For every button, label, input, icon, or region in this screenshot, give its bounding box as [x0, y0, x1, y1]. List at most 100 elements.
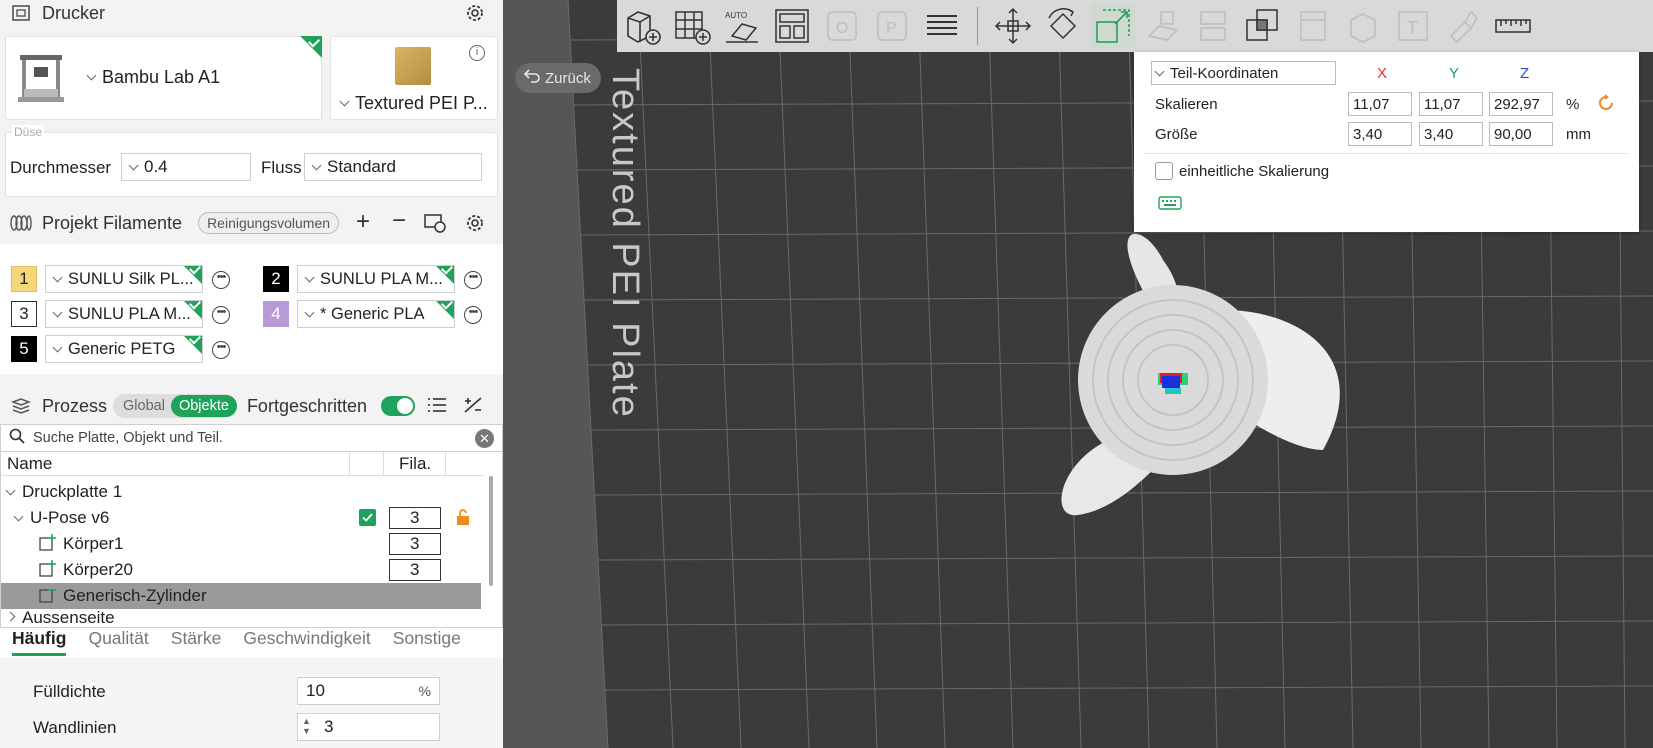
boolean-icon[interactable] — [1241, 4, 1285, 48]
printer-settings-gear-icon[interactable] — [465, 3, 485, 23]
filament-select[interactable]: Generic PETG — [45, 335, 203, 363]
chevron-down-icon — [339, 96, 350, 107]
filament-header: Projekt Filamente Reinigungsvolumen + − — [0, 209, 503, 237]
info-icon[interactable]: i — [469, 45, 485, 61]
printer-header: Drucker — [0, 0, 503, 26]
size-x-input[interactable]: 3,40 — [1348, 122, 1412, 146]
filament-index[interactable]: 3 — [389, 507, 441, 529]
sync-filament-icon[interactable] — [424, 213, 446, 238]
tree-row-plate[interactable]: Druckplatte 1 — [1, 479, 481, 505]
more-options-icon[interactable]: ••• — [212, 341, 230, 359]
filament-settings-gear-icon[interactable] — [465, 213, 485, 233]
printer-model: Bambu Lab A1 — [102, 67, 221, 87]
filament-select[interactable]: SUNLU PLA M... — [45, 300, 203, 328]
list-icon[interactable] — [426, 395, 448, 420]
unlock-icon[interactable] — [456, 509, 470, 531]
reset-scale-icon[interactable] — [1597, 94, 1615, 116]
size-y-input[interactable]: 3,40 — [1419, 122, 1483, 146]
chevron-down-icon[interactable] — [5, 485, 16, 495]
stepper-arrows-icon[interactable]: ▲ ▼ — [302, 716, 311, 736]
filament-number-badge: 1 — [11, 266, 37, 292]
undo-arrow-icon — [523, 68, 541, 88]
object-search-input[interactable]: Suche Platte, Objekt und Teil. ✕ — [0, 424, 503, 452]
scale-y-input[interactable]: 11,07 — [1419, 92, 1483, 116]
tab-speed[interactable]: Geschwindigkeit — [243, 628, 370, 658]
tree-row-object[interactable]: U-Pose v6 3 — [1, 505, 481, 531]
chevron-down-icon[interactable] — [13, 511, 24, 521]
process-scope-toggle[interactable]: Global Objekte — [113, 394, 237, 418]
tree-row-label: U-Pose v6 — [30, 508, 110, 527]
filament-name: Generic PETG — [68, 339, 176, 358]
tree-row-modifier-selected[interactable]: Generisch-Zylinder — [1, 583, 481, 609]
tree-header: Name Fila. — [1, 452, 483, 476]
advanced-toggle[interactable] — [381, 396, 415, 416]
scale-icon[interactable] — [1091, 4, 1135, 48]
tree-row-label: Körper1 — [63, 534, 124, 553]
add-filament-icon[interactable]: + — [356, 209, 370, 235]
tab-quality[interactable]: Qualität — [88, 628, 148, 658]
tree-scrollbar[interactable] — [489, 476, 493, 586]
scale-x-input[interactable]: 11,07 — [1348, 92, 1412, 116]
size-x-value: 3,40 — [1353, 125, 1383, 143]
search-placeholder: Suche Platte, Objekt und Teil. — [33, 430, 223, 446]
keyboard-icon[interactable] — [1158, 196, 1182, 214]
tree-row-object[interactable]: Aussenseite — [1, 609, 481, 627]
filament-select[interactable]: SUNLU Silk PL... — [45, 265, 203, 293]
filament-number-badge: 3 — [11, 301, 37, 327]
chevron-right-icon[interactable] — [5, 611, 16, 621]
tree-row-part[interactable]: Körper20 3 — [1, 557, 481, 583]
back-label: Zurück — [545, 69, 591, 87]
tab-common[interactable]: Häufig — [12, 628, 67, 656]
tab-other[interactable]: Sonstige — [393, 628, 461, 658]
filament-select[interactable]: SUNLU PLA M... — [297, 265, 455, 293]
more-options-icon[interactable]: ••• — [212, 306, 230, 324]
measure-icon[interactable] — [1491, 4, 1535, 48]
auto-orient-icon[interactable]: AUTO — [720, 4, 764, 48]
back-button[interactable]: Zurück — [515, 63, 601, 93]
printer-image — [16, 53, 66, 105]
global-option[interactable]: Global — [113, 398, 171, 414]
coordinate-mode-select[interactable]: Teil-Koordinaten — [1151, 61, 1336, 85]
arrange-icon[interactable] — [770, 4, 814, 48]
move-icon[interactable] — [991, 4, 1035, 48]
diameter-select[interactable]: 0.4 — [121, 153, 251, 181]
compare-icon[interactable] — [462, 395, 484, 420]
printer-selector[interactable]: Bambu Lab A1 — [5, 36, 322, 120]
tree-row-part[interactable]: Körper1 3 — [1, 531, 481, 557]
walls-stepper[interactable]: ▲ ▼ 3 — [297, 713, 440, 741]
clear-search-icon[interactable]: ✕ — [475, 429, 494, 448]
size-unit: mm — [1566, 126, 1591, 143]
scale-y-value: 11,07 — [1424, 95, 1461, 113]
more-options-icon[interactable]: ••• — [464, 306, 482, 324]
column-filament-header[interactable]: Fila. — [399, 454, 431, 474]
rotate-icon[interactable] — [1041, 4, 1085, 48]
purge-volume-button[interactable]: Reinigungsvolumen — [198, 212, 340, 234]
filament-index[interactable]: 3 — [389, 559, 441, 581]
flow-select[interactable]: Standard — [304, 153, 482, 181]
infill-input[interactable]: 10 % — [297, 677, 440, 705]
more-options-icon[interactable]: ••• — [212, 271, 230, 289]
remove-filament-icon[interactable]: − — [392, 209, 406, 233]
filament-index[interactable]: 3 — [389, 533, 441, 555]
scale-z-input[interactable]: 292,97 — [1489, 92, 1553, 116]
add-object-icon[interactable] — [620, 4, 664, 48]
printable-checkbox[interactable] — [359, 509, 376, 526]
column-name-header[interactable]: Name — [7, 454, 52, 474]
tab-strength[interactable]: Stärke — [171, 628, 222, 658]
filament-select[interactable]: * Generic PLA — [297, 300, 455, 328]
modifier-icon — [39, 585, 57, 608]
x-axis-label: X — [1377, 65, 1388, 82]
top-toolbar: AUTO O P T — [617, 0, 1653, 52]
size-z-input[interactable]: 90,00 — [1489, 122, 1553, 146]
objects-option[interactable]: Objekte — [170, 395, 237, 417]
size-y-value: 3,40 — [1424, 125, 1454, 143]
plate-selector[interactable]: i Textured PEI P... — [330, 36, 498, 120]
uniform-scale-checkbox[interactable] — [1155, 162, 1173, 180]
more-options-icon[interactable]: ••• — [464, 271, 482, 289]
add-plate-icon[interactable] — [670, 4, 714, 48]
layers-toolbar-icon[interactable] — [920, 4, 964, 48]
selected-check-icon — [300, 36, 322, 58]
flow-value: Standard — [327, 157, 396, 176]
filament-number-badge: 2 — [263, 266, 289, 292]
svg-text:T: T — [1407, 18, 1418, 38]
